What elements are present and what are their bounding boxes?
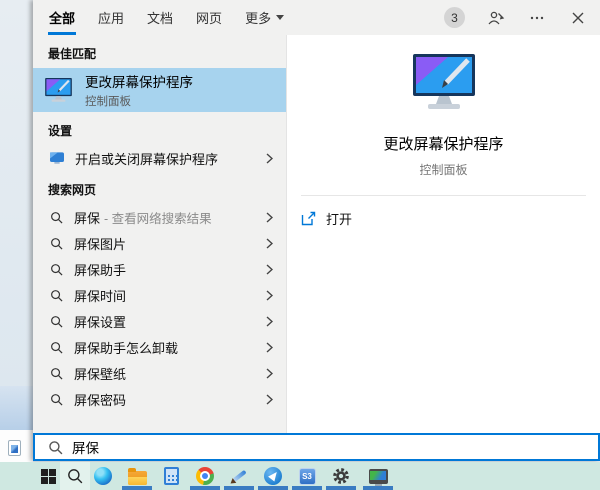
running-indicator	[292, 486, 322, 490]
pen-icon	[230, 467, 248, 485]
taskbar-search-button[interactable]	[60, 466, 90, 486]
running-indicator	[363, 486, 393, 490]
running-indicator	[258, 486, 288, 490]
feedback-icon[interactable]	[486, 8, 506, 28]
search-icon	[50, 367, 63, 380]
chevron-right-icon	[266, 212, 273, 223]
taskbar: S3	[0, 462, 600, 490]
section-search-web: 搜索网页	[33, 171, 286, 204]
open-action[interactable]: 打开	[287, 196, 600, 228]
search-icon	[50, 237, 63, 250]
taskbar-s3-app[interactable]: S3	[292, 466, 322, 486]
taskbar-settings[interactable]	[326, 466, 356, 486]
chevron-right-icon	[266, 316, 273, 327]
open-action-label: 打开	[326, 209, 352, 228]
web-suggestion[interactable]: 屏保密码	[33, 386, 286, 412]
web-suggestion[interactable]: 屏保助手	[33, 256, 286, 282]
best-match-title: 更改屏幕保护程序	[85, 71, 193, 91]
best-match-result[interactable]: 更改屏幕保护程序 控制面板	[33, 68, 286, 112]
preview-title: 更改屏幕保护程序	[383, 133, 503, 154]
calculator-icon	[164, 467, 179, 485]
search-icon	[50, 341, 63, 354]
section-settings: 设置	[33, 112, 286, 145]
desktop-background	[0, 0, 33, 462]
taskbar-display-app[interactable]	[363, 466, 393, 486]
chevron-down-icon	[276, 15, 284, 20]
chevron-right-icon	[266, 238, 273, 249]
taskbar-pen-tool[interactable]	[224, 466, 254, 486]
monitor-icon	[369, 469, 388, 484]
taskbar-chrome[interactable]	[190, 466, 220, 486]
search-input[interactable]: 屏保	[33, 433, 600, 461]
taskbar-file-explorer[interactable]	[122, 466, 152, 486]
start-button[interactable]	[33, 466, 63, 486]
tab-more[interactable]: 更多	[244, 0, 285, 36]
search-icon	[50, 315, 63, 328]
running-indicator	[224, 486, 254, 490]
web-suggestion[interactable]: 屏保时间	[33, 282, 286, 308]
close-icon[interactable]	[568, 8, 588, 28]
tab-all[interactable]: 全部	[48, 0, 76, 36]
chevron-right-icon	[266, 264, 273, 275]
search-query-text: 屏保	[72, 437, 99, 457]
edge-icon	[94, 467, 112, 485]
search-icon	[50, 263, 63, 276]
search-flyout: 全部 应用 文档 网页 更多 3	[33, 0, 600, 461]
chrome-icon	[196, 467, 214, 485]
running-indicator	[326, 486, 356, 490]
display-settings-icon	[50, 152, 64, 165]
search-tab-bar: 全部 应用 文档 网页 更多 3	[33, 0, 600, 35]
running-indicator	[122, 486, 152, 490]
web-suggestion[interactable]: 屏保壁纸	[33, 360, 286, 386]
taskbar-edge[interactable]	[88, 466, 118, 486]
taskbar-calculator[interactable]	[156, 466, 186, 486]
taskbar-cursor-app[interactable]	[258, 466, 288, 486]
screen: 全部 应用 文档 网页 更多 3	[0, 0, 600, 490]
web-suggestion[interactable]: 屏保 - 查看网络搜索结果	[33, 204, 286, 230]
chevron-right-icon	[266, 368, 273, 379]
search-icon	[67, 468, 83, 484]
search-icon	[50, 393, 63, 406]
preview-subtitle: 控制面板	[419, 161, 467, 178]
desktop-document-icon[interactable]	[8, 440, 21, 456]
search-icon	[48, 440, 63, 455]
section-best-match: 最佳匹配	[33, 35, 286, 68]
settings-result[interactable]: 开启或关闭屏幕保护程序	[33, 145, 286, 171]
tab-documents[interactable]: 文档	[146, 0, 174, 36]
search-icon	[50, 289, 63, 302]
results-list: 最佳匹配 更改屏幕保护程序 控制面板	[33, 35, 286, 433]
preview-pane: 更改屏幕保护程序 控制面板 打开	[286, 35, 600, 433]
cursor-circle-icon	[264, 467, 282, 485]
windows-logo-icon	[41, 469, 56, 484]
screensaver-icon-large	[408, 52, 480, 119]
notification-count-badge[interactable]: 3	[444, 7, 465, 28]
chevron-right-icon	[266, 153, 273, 164]
chevron-right-icon	[266, 290, 273, 301]
tab-web[interactable]: 网页	[195, 0, 223, 36]
search-icon	[50, 211, 63, 224]
web-suggestion[interactable]: 屏保设置	[33, 308, 286, 334]
running-indicator	[190, 486, 220, 490]
open-icon	[301, 211, 316, 226]
gear-icon	[332, 467, 350, 485]
web-suggestion[interactable]: 屏保图片	[33, 230, 286, 256]
screensaver-icon	[43, 77, 74, 104]
best-match-subtitle: 控制面板	[85, 93, 193, 109]
web-suggestion[interactable]: 屏保助手怎么卸载	[33, 334, 286, 360]
folder-icon	[128, 471, 147, 485]
more-options-icon[interactable]	[527, 8, 547, 28]
s3-icon: S3	[299, 468, 316, 485]
chevron-right-icon	[266, 394, 273, 405]
chevron-right-icon	[266, 342, 273, 353]
tab-apps[interactable]: 应用	[97, 0, 125, 36]
